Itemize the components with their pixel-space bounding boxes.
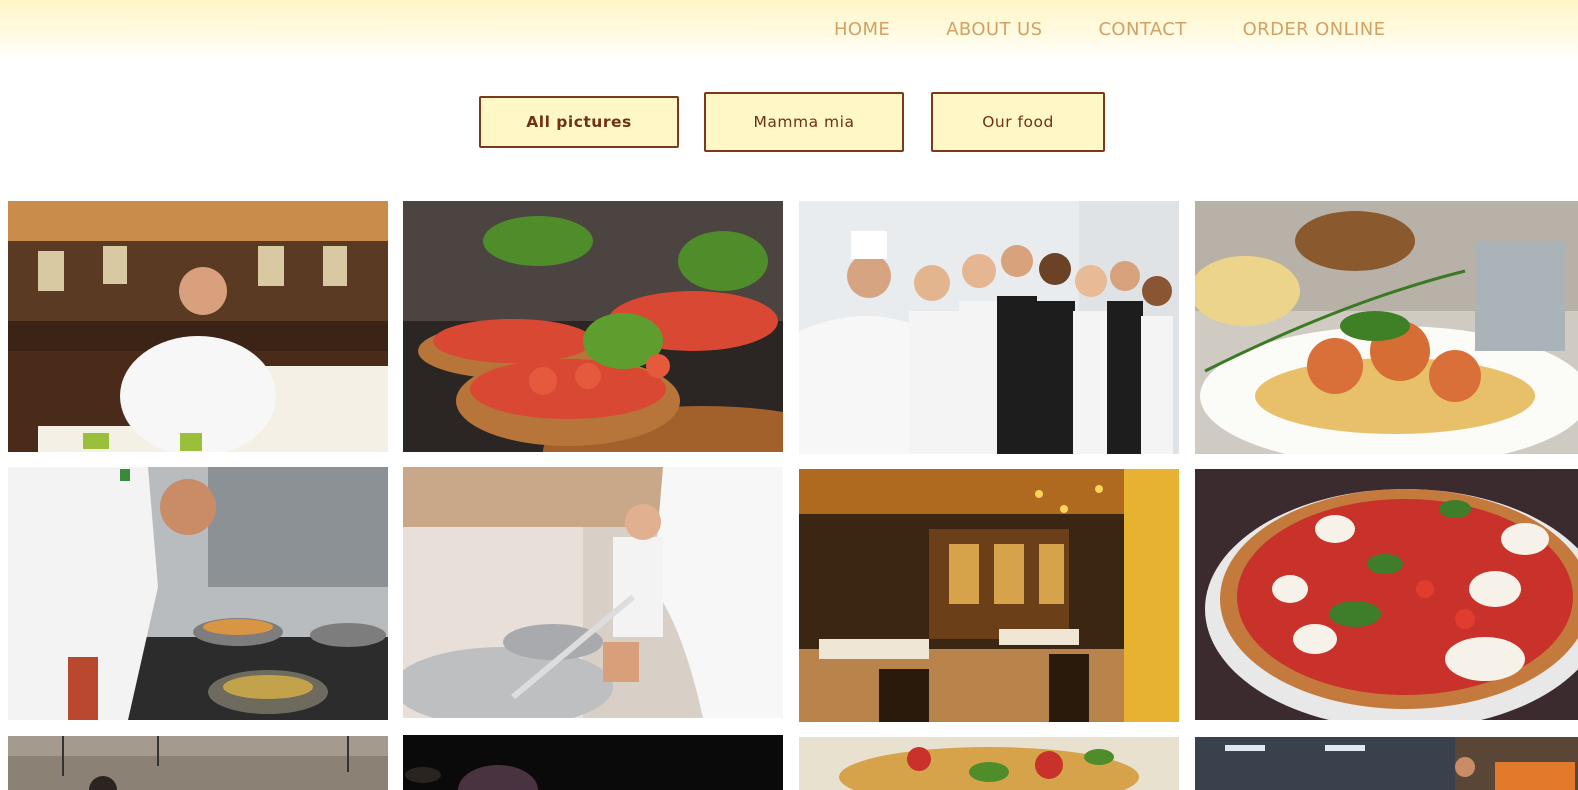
gallery-photo-pizza[interactable] xyxy=(1195,469,1578,720)
filter-mamma-mia-button[interactable]: Mamma mia xyxy=(704,92,904,152)
nav-contact-link[interactable]: CONTACT xyxy=(1098,18,1186,42)
nav-order-online-link[interactable]: ORDER ONLINE xyxy=(1243,18,1386,42)
gallery-photo-dark-dish[interactable] xyxy=(403,735,783,790)
filter-all-pictures-button[interactable]: All pictures xyxy=(479,96,679,148)
filter-our-food-button[interactable]: Our food xyxy=(931,92,1105,152)
main-nav: HOME ABOUT US CONTACT ORDER ONLINE xyxy=(834,18,1385,42)
gallery-photo-restaurant-team[interactable] xyxy=(799,201,1179,454)
nav-about-link[interactable]: ABOUT US xyxy=(946,18,1042,42)
gallery-photo-open-kitchen[interactable] xyxy=(1195,737,1578,790)
gallery-photo-shrimp-spaghetti[interactable] xyxy=(1195,201,1578,454)
gallery-photo-kitchen-lamps[interactable] xyxy=(8,736,388,790)
gallery-photo-chef-stove[interactable] xyxy=(8,467,388,720)
gallery-photo-chef-dining-room[interactable] xyxy=(8,201,388,452)
site-header: HOME ABOUT US CONTACT ORDER ONLINE xyxy=(0,0,1578,60)
gallery-photo-bruschetta[interactable] xyxy=(403,201,783,452)
nav-home-link[interactable]: HOME xyxy=(834,18,890,42)
gallery-photo-chef-wok[interactable] xyxy=(403,467,783,718)
gallery-photo-plated-dish[interactable] xyxy=(799,737,1179,790)
gallery-photo-restaurant-interior[interactable] xyxy=(799,469,1179,722)
